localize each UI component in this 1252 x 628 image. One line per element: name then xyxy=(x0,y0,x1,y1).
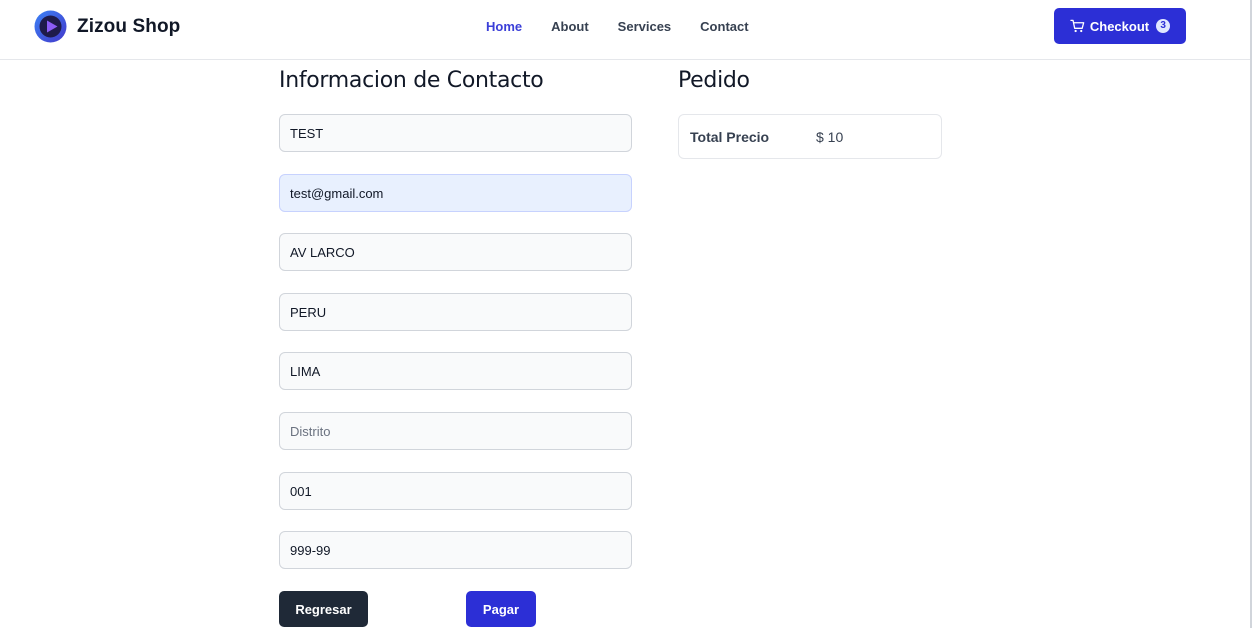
main-nav: Home About Services Contact xyxy=(486,18,778,36)
cart-count-badge: 3 xyxy=(1156,19,1171,33)
email-field[interactable] xyxy=(279,174,632,212)
city-field[interactable] xyxy=(279,352,632,390)
pay-button[interactable]: Pagar xyxy=(466,591,536,627)
address-field[interactable] xyxy=(279,233,632,271)
checkout-page: Zizou Shop Home About Services Contact C… xyxy=(0,0,1252,628)
nav-contact-link[interactable]: Contact xyxy=(700,18,748,36)
nav-about-link[interactable]: About xyxy=(551,18,589,36)
name-field[interactable] xyxy=(279,114,632,152)
nav-services-link[interactable]: Services xyxy=(618,18,672,36)
country-field[interactable] xyxy=(279,293,632,331)
navbar: Zizou Shop Home About Services Contact C… xyxy=(0,0,1250,60)
checkout-label: Checkout xyxy=(1089,18,1150,34)
brand-name: Zizou Shop xyxy=(77,16,181,37)
district-field[interactable] xyxy=(279,412,632,450)
brand[interactable]: Zizou Shop xyxy=(34,10,180,43)
contact-section-title: Informacion de Contacto xyxy=(279,68,544,93)
order-summary-card: Total Precio $ 10 xyxy=(678,114,942,159)
nav-home-link[interactable]: Home xyxy=(486,18,522,36)
shopping-cart-icon xyxy=(1070,19,1085,33)
phone-field[interactable] xyxy=(279,531,632,569)
total-price-value: $ 10 xyxy=(816,129,844,145)
play-logo-icon xyxy=(34,10,67,43)
postal-code-field[interactable] xyxy=(279,472,632,510)
checkout-button[interactable]: Checkout 3 xyxy=(1054,8,1186,44)
order-section-title: Pedido xyxy=(678,68,750,93)
back-button[interactable]: Regresar xyxy=(279,591,368,627)
total-price-label: Total Precio xyxy=(690,129,770,145)
